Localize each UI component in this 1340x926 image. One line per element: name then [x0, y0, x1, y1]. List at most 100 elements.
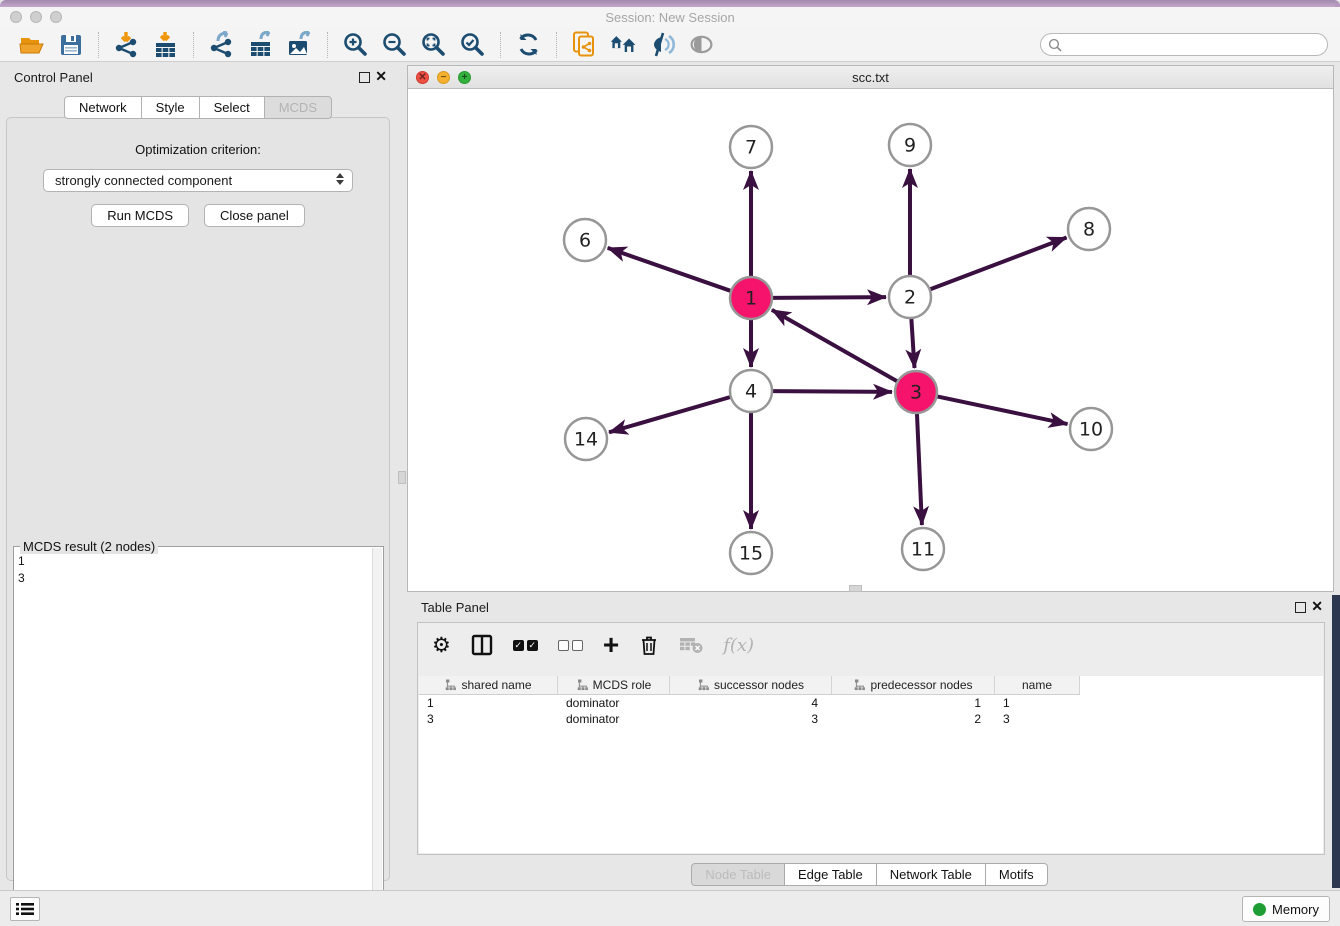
save-session-icon[interactable]: [57, 31, 84, 58]
toolbar-separator: [327, 32, 328, 58]
edge-4-3[interactable]: [772, 391, 892, 392]
column-header-MCDS-role[interactable]: MCDS role: [558, 676, 670, 695]
column-layout-icon[interactable]: [471, 632, 493, 658]
close-panel-button[interactable]: Close panel: [204, 204, 305, 227]
tab-select[interactable]: Select: [200, 96, 265, 119]
column-tree-icon: [697, 679, 709, 691]
table-cell[interactable]: 3: [419, 711, 558, 727]
result-scrollbar[interactable]: [372, 548, 382, 922]
function-builder-icon: f(x): [723, 632, 754, 658]
table-cell[interactable]: 1: [995, 695, 1080, 711]
show-hide-icon[interactable]: [688, 31, 715, 58]
export-network-icon[interactable]: [208, 31, 235, 58]
column-header-successor-nodes[interactable]: successor nodes: [670, 676, 832, 695]
import-network-icon[interactable]: [113, 31, 140, 58]
column-header-label: MCDS role: [593, 678, 652, 692]
control-panel-title: Control Panel: [14, 70, 93, 85]
export-image-icon[interactable]: [286, 31, 313, 58]
column-header-predecessor-nodes[interactable]: predecessor nodes: [832, 676, 995, 695]
node-table[interactable]: shared name MCDS role successor nodesprede…: [419, 676, 1323, 853]
tab-node-table[interactable]: Node Table: [691, 863, 785, 886]
select-stepper-icon: [336, 173, 344, 185]
search-input[interactable]: [1062, 38, 1327, 52]
edge-4-14[interactable]: [609, 397, 731, 432]
add-column-icon[interactable]: +: [603, 632, 619, 658]
node-label-4: 4: [745, 381, 757, 403]
gear-icon[interactable]: ⚙: [432, 632, 451, 658]
home-icon[interactable]: [610, 31, 637, 58]
node-label-8: 8: [1083, 219, 1095, 241]
memory-button[interactable]: Memory: [1242, 896, 1330, 922]
network-canvas-svg: 7968124314101511: [408, 89, 1333, 591]
edge-2-3[interactable]: [911, 318, 914, 368]
mcds-result-group: MCDS result (2 nodes) 1 3: [13, 546, 384, 924]
table-row[interactable]: 3dominator323: [419, 711, 1323, 727]
edge-3-1[interactable]: [772, 310, 898, 382]
node-table-container: ⚙ ✓✓ + f(x) shared name MCDS role successo…: [417, 622, 1325, 855]
network-window-titlebar[interactable]: ✕ − + scc.txt: [408, 66, 1333, 89]
desktop-background-sliver: [1332, 595, 1340, 888]
network-canvas[interactable]: 7968124314101511: [408, 89, 1333, 591]
close-panel-icon[interactable]: ✕: [1311, 599, 1323, 613]
open-file-icon[interactable]: [18, 31, 45, 58]
column-tree-icon: [853, 679, 865, 691]
table-panel: Table Panel ✕ ⚙ ✓✓ + f(x) shared nameMCD…: [407, 595, 1332, 890]
zoom-out-icon[interactable]: [381, 31, 408, 58]
table-row[interactable]: 1dominator411: [419, 695, 1323, 711]
edge-1-2[interactable]: [772, 297, 886, 298]
deselect-all-icon[interactable]: [558, 632, 583, 658]
edge-3-10[interactable]: [937, 396, 1068, 424]
table-cell[interactable]: dominator: [558, 695, 670, 711]
node-label-11: 11: [911, 539, 935, 561]
hide-neighbors-icon[interactable]: [649, 31, 676, 58]
splitter-handle[interactable]: [398, 471, 406, 484]
edge-3-11[interactable]: [917, 413, 922, 525]
export-table-icon[interactable]: [247, 31, 274, 58]
tab-edge-table[interactable]: Edge Table: [785, 863, 877, 886]
memory-status-dot: [1253, 903, 1266, 916]
table-cell[interactable]: dominator: [558, 711, 670, 727]
edge-1-6[interactable]: [608, 248, 732, 291]
import-table-icon[interactable]: [152, 31, 179, 58]
edge-2-8[interactable]: [930, 238, 1067, 290]
float-panel-icon[interactable]: [359, 72, 370, 83]
tab-motifs[interactable]: Motifs: [986, 863, 1048, 886]
table-cell[interactable]: 2: [832, 711, 995, 727]
control-panel: Control Panel ✕ Network Style Select MCD…: [0, 65, 396, 885]
column-header-shared-name[interactable]: shared name: [419, 676, 558, 695]
table-cell[interactable]: 3: [995, 711, 1080, 727]
app-titlebar: Session: New Session: [0, 7, 1340, 28]
task-history-button[interactable]: [10, 897, 40, 921]
table-cell[interactable]: 4: [670, 695, 832, 711]
table-cell[interactable]: 1: [419, 695, 558, 711]
node-label-14: 14: [574, 429, 598, 451]
run-mcds-button[interactable]: Run MCDS: [91, 204, 189, 227]
tab-network-table[interactable]: Network Table: [877, 863, 986, 886]
node-label-9: 9: [904, 135, 916, 157]
tab-style[interactable]: Style: [142, 96, 200, 119]
memory-label: Memory: [1272, 902, 1319, 917]
toolbar-separator: [193, 32, 194, 58]
duplicate-network-icon[interactable]: [571, 31, 598, 58]
window-title: Session: New Session: [0, 10, 1340, 25]
criterion-select[interactable]: strongly connected component: [43, 169, 353, 192]
refresh-icon[interactable]: [515, 31, 542, 58]
tab-mcds[interactable]: MCDS: [265, 96, 332, 119]
column-header-label: shared name: [461, 678, 531, 692]
close-panel-icon[interactable]: ✕: [375, 69, 387, 83]
table-cell[interactable]: 3: [670, 711, 832, 727]
delete-column-icon[interactable]: [639, 632, 659, 658]
zoom-fit-icon[interactable]: [420, 31, 447, 58]
control-panel-tabs: Network Style Select MCDS: [0, 96, 396, 119]
select-all-icon[interactable]: ✓✓: [513, 632, 538, 658]
table-cell[interactable]: 1: [832, 695, 995, 711]
toolbar-search[interactable]: [1040, 33, 1328, 56]
column-header-name[interactable]: name: [995, 676, 1080, 695]
splitter-handle[interactable]: [849, 585, 862, 592]
tab-network[interactable]: Network: [64, 96, 142, 119]
toolbar-separator: [556, 32, 557, 58]
zoom-in-icon[interactable]: [342, 31, 369, 58]
node-label-6: 6: [579, 230, 591, 252]
float-panel-icon[interactable]: [1295, 602, 1306, 613]
zoom-selected-icon[interactable]: [459, 31, 486, 58]
